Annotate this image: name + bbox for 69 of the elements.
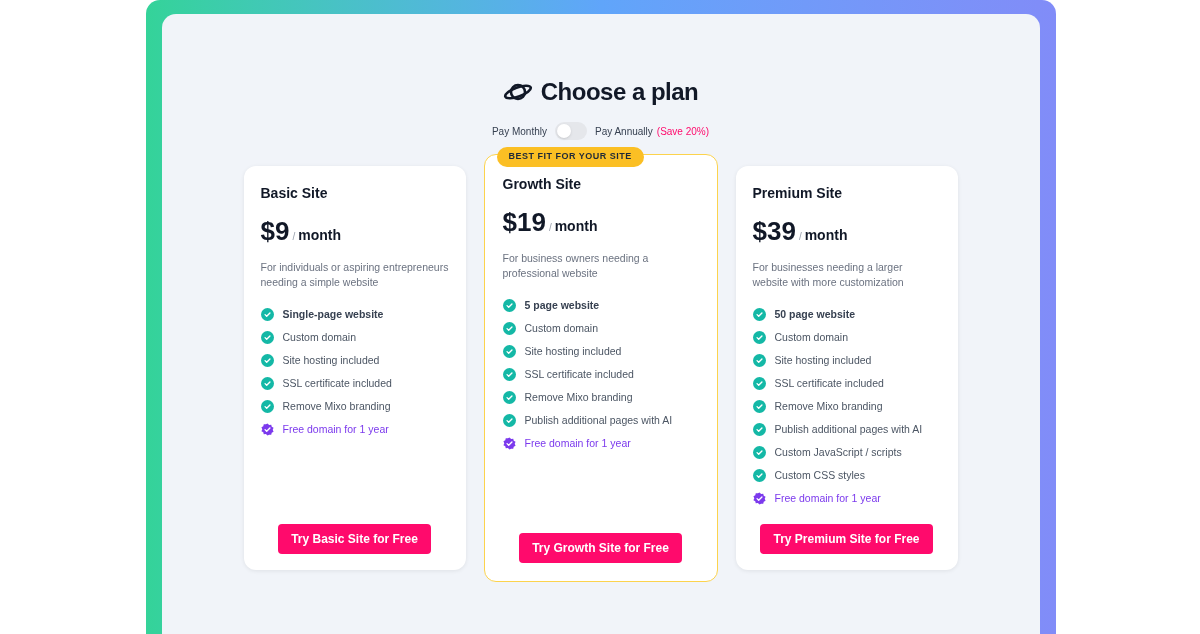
feature-text: Remove Mixo branding	[282, 399, 391, 414]
feature-text: Site hosting included	[282, 353, 380, 368]
check-circle-icon	[752, 422, 766, 436]
badge-check-icon	[260, 422, 274, 436]
plan-name: Premium Site	[752, 184, 843, 202]
page-title: Choose a plan	[540, 77, 699, 107]
check-circle-icon	[502, 344, 516, 358]
check-circle-icon	[752, 353, 766, 367]
try-free-button[interactable]: Try Premium Site for Free	[760, 524, 933, 554]
save-note: (Save 20%)	[656, 124, 710, 139]
price-period: month	[298, 226, 341, 245]
feature-text: Custom CSS styles	[774, 468, 865, 483]
feature-text: Single-page website	[282, 307, 384, 322]
feature-text: SSL certificate included	[774, 376, 884, 391]
price-separator: /	[292, 230, 296, 244]
feature-text: Free domain for 1 year	[774, 491, 881, 506]
billing-toggle[interactable]	[554, 122, 587, 140]
check-circle-icon	[502, 413, 516, 427]
monthly-label: Pay Monthly	[491, 124, 547, 139]
check-circle-icon	[752, 445, 766, 459]
plan-price: $9	[260, 216, 290, 246]
feature-text: Publish additional pages with AI	[524, 413, 673, 428]
check-circle-icon	[260, 330, 274, 344]
check-circle-icon	[502, 298, 516, 312]
price-separator: /	[548, 221, 552, 235]
feature-text: Site hosting included	[774, 353, 872, 368]
price-period: month	[554, 217, 598, 236]
feature-text: 5 page website	[524, 298, 600, 313]
feature-text: Remove Mixo branding	[774, 399, 883, 414]
try-free-button[interactable]: Try Basic Site for Free	[278, 524, 431, 554]
feature-text: Site hosting included	[524, 344, 622, 359]
feature-text: Publish additional pages with AI	[774, 422, 923, 437]
check-circle-icon	[502, 367, 516, 381]
plan-name: Growth Site	[502, 175, 583, 193]
feature-text: Custom domain	[524, 321, 599, 336]
feature-text: Custom JavaScript / scripts	[774, 445, 902, 460]
feature-text: Remove Mixo branding	[524, 390, 633, 405]
annual-label: Pay Annually	[594, 124, 653, 139]
plan-badge: BEST FIT FOR YOUR SITE	[496, 147, 644, 167]
planet-icon	[502, 81, 533, 103]
check-circle-icon	[260, 376, 274, 390]
check-circle-icon	[752, 376, 766, 390]
badge-check-icon	[502, 436, 516, 450]
check-circle-icon	[752, 307, 766, 321]
feature-text: Free domain for 1 year	[282, 422, 389, 437]
plan-description: For individuals or aspiring entrepreneurs needing a simple website	[260, 260, 449, 290]
check-circle-icon	[260, 307, 274, 321]
check-circle-icon	[502, 321, 516, 335]
try-free-button[interactable]: Try Growth Site for Free	[519, 533, 682, 563]
feature-text: SSL certificate included	[524, 367, 634, 382]
feature-text: Free domain for 1 year	[524, 436, 631, 451]
feature-text: 50 page website	[774, 307, 856, 322]
check-circle-icon	[260, 399, 274, 413]
check-circle-icon	[752, 399, 766, 413]
badge-check-icon	[752, 491, 766, 505]
feature-text: Custom domain	[282, 330, 357, 345]
check-circle-icon	[502, 390, 516, 404]
price-period: month	[804, 226, 848, 245]
check-circle-icon	[752, 468, 766, 482]
price-separator: /	[798, 230, 802, 244]
plan-description: For business owners needing a professional website	[502, 251, 650, 281]
feature-text: Custom domain	[774, 330, 849, 345]
plan-price: $39	[752, 216, 796, 246]
feature-text: SSL certificate included	[282, 376, 392, 391]
check-circle-icon	[260, 353, 274, 367]
check-circle-icon	[752, 330, 766, 344]
plan-price: $19	[502, 207, 546, 237]
plan-name: Basic Site	[260, 184, 329, 202]
plan-description: For businesses needing a larger website with more customization	[752, 260, 905, 290]
